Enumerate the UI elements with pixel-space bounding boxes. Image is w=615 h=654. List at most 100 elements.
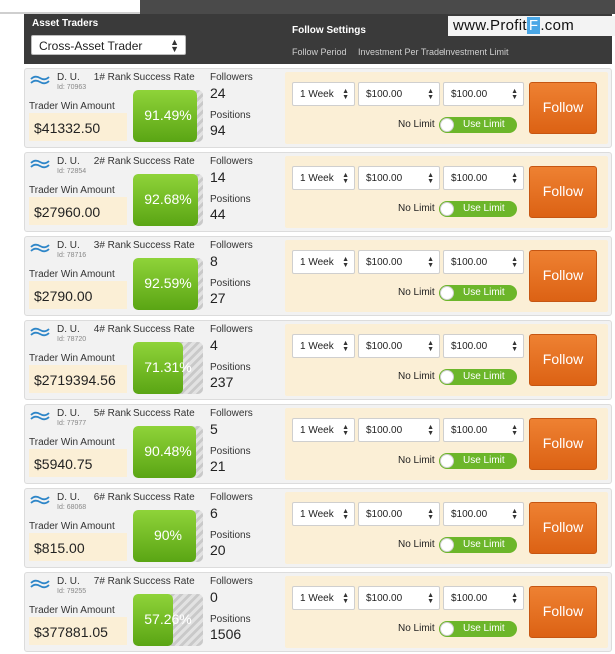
investment-per-trade-select[interactable]: $100.00 ▲ ▼ [358,334,440,358]
follow-period-select[interactable]: 1 Week ▲ ▼ [292,586,355,610]
investment-value: $100.00 [366,425,403,436]
win-amount-value: $815.00 [29,533,127,561]
rank-suffix: # Rank [99,240,132,251]
win-amount-label: Trader Win Amount [29,437,115,448]
trader-row-7: D. U. 7# Rank Id: 79255 Trader Win Amount… [24,572,612,652]
investment-limit-select[interactable]: $100.00 ▲ ▼ [443,502,524,526]
follow-button[interactable]: Follow [529,586,597,638]
followers-label: Followers [210,156,253,167]
success-rate-bar: 71.31% [133,342,203,394]
trader-rank: D. U. 5# Rank [57,408,131,419]
select-arrows-icon: ▲ ▼ [427,508,434,521]
use-limit-toggle[interactable]: Use Limit [439,117,517,133]
trader-type-select[interactable]: Cross-Asset Trader ▲ ▼ [31,35,186,55]
follow-button[interactable]: Follow [529,250,597,302]
win-amount-value: $2719394.56 [29,365,127,393]
no-limit-label: No Limit [398,287,435,298]
follow-button[interactable]: Follow [529,334,597,386]
win-amount-value: $2790.00 [29,281,127,309]
use-limit-toggle[interactable]: Use Limit [439,285,517,301]
follow-period-select[interactable]: 1 Week ▲ ▼ [292,502,355,526]
success-rate-bar: 91.49% [133,90,203,142]
win-amount-value: $5940.75 [29,449,127,477]
win-amount-label: Trader Win Amount [29,185,115,196]
investment-limit-select[interactable]: $100.00 ▲ ▼ [443,250,524,274]
investment-limit-value: $100.00 [451,509,488,520]
positions-label: Positions [210,614,251,625]
follow-settings-panel: 1 Week ▲ ▼ $100.00 ▲ ▼ $100.00 ▲ ▼ No Limit… [285,156,608,228]
follow-button[interactable]: Follow [529,82,597,134]
win-amount-label: Trader Win Amount [29,269,115,280]
use-limit-label: Use Limit [463,119,505,130]
investment-limit-value: $100.00 [451,341,488,352]
follow-settings-label: Follow Settings [292,25,366,36]
investment-limit-value: $100.00 [451,89,488,100]
follow-button[interactable]: Follow [529,418,597,470]
success-rate-bar: 90.48% [133,426,203,478]
investment-limit-select[interactable]: $100.00 ▲ ▼ [443,166,524,190]
success-rate-value: 92.68% [144,191,192,207]
success-rate-bar: 90% [133,510,203,562]
follow-period-value: 1 Week [300,173,334,184]
follow-button[interactable]: Follow [529,166,597,218]
follow-period-select[interactable]: 1 Week ▲ ▼ [292,250,355,274]
asset-traders-label: Asset Traders [32,18,99,29]
investment-limit-select[interactable]: $100.00 ▲ ▼ [443,82,524,106]
trader-name: D. U. [57,576,80,587]
use-limit-toggle[interactable]: Use Limit [439,369,517,385]
success-rate-label: Success Rate [133,576,195,587]
positions-label: Positions [210,530,251,541]
trader-row-5: D. U. 5# Rank Id: 77977 Trader Win Amount… [24,404,612,484]
success-rate-value: 90% [153,527,183,543]
trader-logo-icon [30,495,50,505]
top-tab-strip [0,0,615,14]
toggle-knob [440,202,454,216]
investment-value: $100.00 [366,509,403,520]
investment-limit-select[interactable]: $100.00 ▲ ▼ [443,586,524,610]
positions-label: Positions [210,194,251,205]
followers-label: Followers [210,492,253,503]
investment-limit-value: $100.00 [451,593,488,604]
success-rate-bar: 57.26% [133,594,203,646]
trader-type-value: Cross-Asset Trader [39,39,143,53]
trader-name: D. U. [57,492,80,503]
trader-list: D. U. 1# Rank Id: 70963 Trader Win Amount… [24,68,612,654]
investment-limit-select[interactable]: $100.00 ▲ ▼ [443,334,524,358]
investment-limit-select[interactable]: $100.00 ▲ ▼ [443,418,524,442]
investment-per-trade-select[interactable]: $100.00 ▲ ▼ [358,586,440,610]
positions-value: 1506 [210,626,242,642]
use-limit-toggle[interactable]: Use Limit [439,201,517,217]
follow-settings-panel: 1 Week ▲ ▼ $100.00 ▲ ▼ $100.00 ▲ ▼ No Limit… [285,408,608,480]
watermark-logo: www.Profit F .com [448,16,615,36]
no-limit-label: No Limit [398,371,435,382]
follow-period-select[interactable]: 1 Week ▲ ▼ [292,166,355,190]
trader-row-2: D. U. 2# Rank Id: 72854 Trader Win Amount… [24,152,612,232]
success-rate-value: 92.59% [144,275,192,291]
use-limit-toggle[interactable]: Use Limit [439,537,517,553]
rank-suffix: # Rank [99,72,132,83]
win-amount-label: Trader Win Amount [29,353,115,364]
success-rate-value: 57.26% [144,611,192,627]
investment-per-trade-select[interactable]: $100.00 ▲ ▼ [358,82,440,106]
investment-value: $100.00 [366,257,403,268]
investment-value: $100.00 [366,173,403,184]
follow-button[interactable]: Follow [529,502,597,554]
use-limit-label: Use Limit [463,371,505,382]
investment-per-trade-select[interactable]: $100.00 ▲ ▼ [358,502,440,526]
use-limit-label: Use Limit [463,203,505,214]
follow-period-select[interactable]: 1 Week ▲ ▼ [292,334,355,358]
investment-per-trade-select[interactable]: $100.00 ▲ ▼ [358,418,440,442]
use-limit-toggle[interactable]: Use Limit [439,621,517,637]
rank-suffix: # Rank [99,408,132,419]
trader-name: D. U. [57,408,80,419]
follow-period-select[interactable]: 1 Week ▲ ▼ [292,418,355,442]
rank-suffix: # Rank [99,324,132,335]
investment-per-trade-select[interactable]: $100.00 ▲ ▼ [358,250,440,274]
use-limit-toggle[interactable]: Use Limit [439,453,517,469]
select-arrows-icon: ▲ ▼ [511,88,518,101]
follow-period-select[interactable]: 1 Week ▲ ▼ [292,82,355,106]
no-limit-label: No Limit [398,539,435,550]
success-rate-value: 90.48% [144,443,192,459]
investment-per-trade-select[interactable]: $100.00 ▲ ▼ [358,166,440,190]
followers-label: Followers [210,72,253,83]
